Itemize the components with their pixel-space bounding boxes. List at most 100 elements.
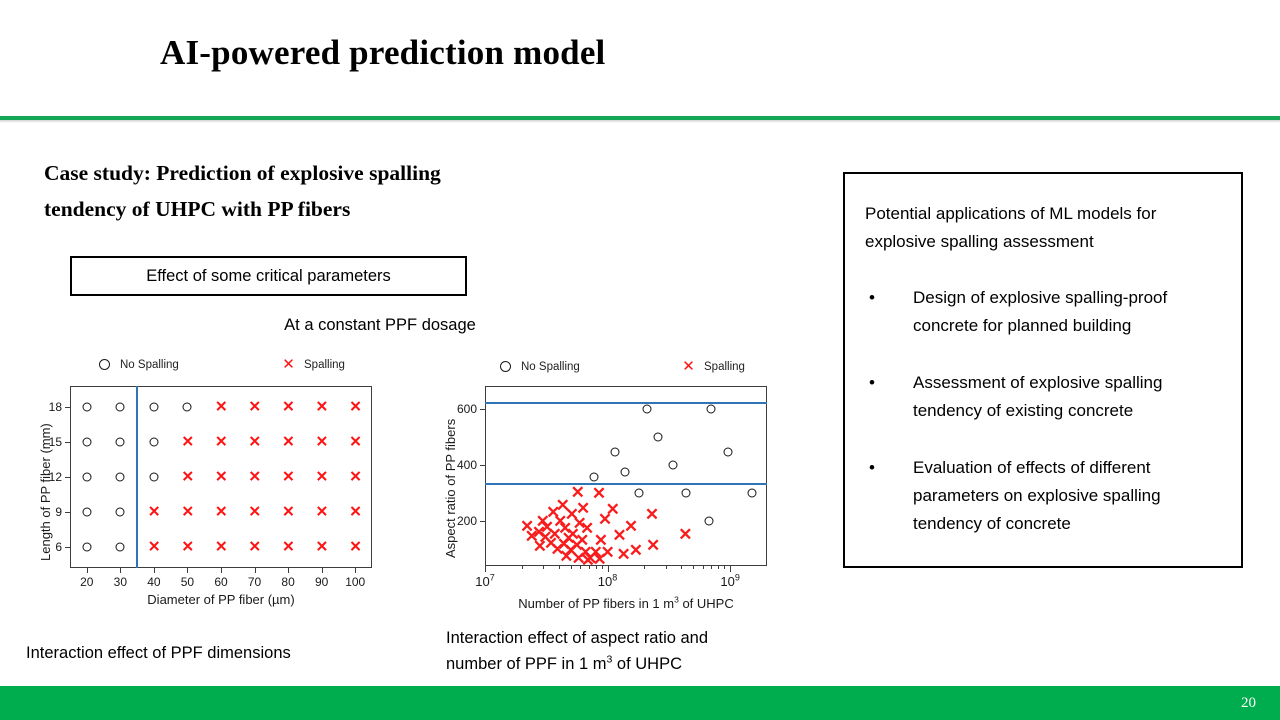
data-point-no-spalling bbox=[681, 488, 691, 498]
chart2-x-tick-label: 109 bbox=[720, 572, 740, 589]
chart1-legend-no-spalling: No Spalling bbox=[98, 358, 179, 371]
chart1-y-tick-label: 12 bbox=[48, 470, 62, 484]
chart2-caption: Interaction effect of aspect ratio and n… bbox=[446, 625, 826, 677]
chart1-y-tick-label: 18 bbox=[48, 400, 62, 414]
data-point-spalling: ✕ bbox=[678, 525, 693, 545]
chart1-x-tick bbox=[120, 568, 122, 573]
chart2-legend-no-spalling-label: No Spalling bbox=[521, 360, 580, 373]
data-point-spalling: ✕ bbox=[181, 433, 195, 451]
data-point-spalling: ✕ bbox=[532, 536, 548, 556]
chart1-x-tick bbox=[288, 568, 290, 573]
data-point-spalling: ✕ bbox=[181, 468, 195, 486]
chart2-y-tick bbox=[480, 521, 485, 522]
critical-parameters-box: Effect of some critical parameters bbox=[70, 256, 467, 296]
page-number: 20 bbox=[1241, 695, 1256, 711]
chart2-x-minor-tick bbox=[601, 566, 603, 569]
chart1-x-tick bbox=[153, 568, 155, 573]
chart2-caption-line-1: Interaction effect of aspect ratio and bbox=[446, 629, 709, 647]
data-point-no-spalling bbox=[642, 404, 652, 413]
chart2-x-minor-tick bbox=[681, 566, 683, 569]
chart1-x-tick-label: 100 bbox=[345, 575, 366, 589]
data-point-no-spalling bbox=[747, 488, 757, 498]
chart1-x-tick-label: 70 bbox=[247, 575, 262, 589]
data-point-spalling: ✕ bbox=[612, 525, 627, 545]
data-point-no-spalling bbox=[115, 507, 125, 517]
data-point-spalling: ✕ bbox=[282, 468, 295, 486]
applications-list: • Design of explosive spalling-proof con… bbox=[865, 284, 1233, 567]
slide-root: AI-powered prediction model Case study: … bbox=[0, 0, 1280, 720]
circle-marker-icon bbox=[98, 358, 111, 371]
circle-marker-icon bbox=[499, 360, 512, 373]
chart1-legend-spalling-label: Spalling bbox=[304, 358, 345, 371]
data-point-spalling: ✕ bbox=[349, 433, 362, 451]
data-point-spalling: ✕ bbox=[215, 398, 228, 416]
data-point-no-spalling bbox=[620, 467, 630, 477]
chart2-x-tick bbox=[485, 566, 486, 572]
chart-aspect-ratio-vs-number: No Spalling ✕ Spalling Aspect ratio of P… bbox=[437, 358, 787, 618]
chart2-x-minor-tick bbox=[724, 566, 726, 569]
data-point-spalling: ✕ bbox=[349, 468, 362, 486]
bullet-icon: • bbox=[869, 373, 875, 392]
data-point-no-spalling bbox=[149, 472, 159, 482]
chart2-x-axis-title: Number of PP fibers in 1 m3 of UHPC bbox=[518, 594, 734, 611]
data-point-spalling: ✕ bbox=[215, 503, 228, 521]
data-point-spalling: ✕ bbox=[147, 538, 161, 556]
applications-intro: Potential applications of ML models for … bbox=[865, 204, 1157, 251]
chart2-x-minor-tick bbox=[580, 566, 582, 569]
data-point-spalling: ✕ bbox=[248, 468, 262, 486]
footer-bar bbox=[0, 686, 1280, 720]
chart1-x-tick bbox=[187, 568, 189, 573]
chart2-x-minor-tick bbox=[718, 566, 720, 569]
data-point-no-spalling bbox=[723, 447, 733, 457]
data-point-no-spalling bbox=[668, 460, 678, 470]
chart1-x-tick-label: 40 bbox=[147, 575, 161, 589]
chart1-x-tick bbox=[321, 568, 323, 573]
chart2-x-minor-tick bbox=[693, 566, 695, 569]
data-point-no-spalling bbox=[82, 437, 92, 447]
chart2-x-minor-tick bbox=[543, 566, 545, 569]
application-item-label: Evaluation of effects of different param… bbox=[913, 458, 1161, 533]
data-point-spalling: ✕ bbox=[282, 398, 295, 416]
chart2-y-tick-label: 200 bbox=[456, 514, 477, 528]
chart2-x-tick-label: 107 bbox=[475, 572, 495, 589]
chart1-threshold-line bbox=[136, 386, 139, 568]
application-item: • Evaluation of effects of different para… bbox=[865, 454, 1233, 538]
chart1-legend-spalling: ✕ Spalling bbox=[282, 357, 345, 372]
chart2-legend-spalling-label: Spalling bbox=[704, 360, 745, 373]
chart1-x-tick bbox=[355, 568, 357, 573]
chart1-y-tick-label: 9 bbox=[55, 505, 62, 519]
data-point-spalling: ✕ bbox=[215, 433, 228, 451]
data-point-spalling: ✕ bbox=[592, 549, 607, 569]
chart1-legend: No Spalling ✕ Spalling bbox=[30, 356, 380, 380]
chart2-caption-line-2b: of UHPC bbox=[612, 655, 683, 673]
data-point-spalling: ✕ bbox=[646, 535, 661, 555]
data-point-spalling: ✕ bbox=[215, 468, 228, 486]
chart2-caption-line-2: number of PPF in 1 m3 of UHPC bbox=[446, 651, 826, 677]
data-point-spalling: ✕ bbox=[282, 538, 295, 556]
data-point-no-spalling bbox=[82, 472, 92, 482]
data-point-no-spalling bbox=[82, 507, 92, 517]
chart1-x-tick bbox=[86, 568, 88, 573]
data-point-no-spalling bbox=[704, 516, 714, 526]
data-point-spalling: ✕ bbox=[147, 503, 161, 521]
data-point-spalling: ✕ bbox=[597, 509, 613, 529]
chart2-x-minor-tick bbox=[558, 566, 560, 569]
chart2-x-tick bbox=[730, 566, 732, 572]
chart2-x-minor-tick bbox=[666, 566, 668, 569]
case-study-heading: Case study: Prediction of explosive spal… bbox=[44, 155, 644, 227]
chart2-y-axis-title: Aspect ratio of PP fibers bbox=[443, 418, 458, 558]
chart2-x-minor-tick bbox=[702, 566, 704, 569]
data-point-spalling: ✕ bbox=[181, 538, 195, 556]
data-point-spalling: ✕ bbox=[315, 398, 329, 416]
chart1-x-tick-label: 60 bbox=[214, 575, 228, 589]
data-point-spalling: ✕ bbox=[282, 433, 295, 451]
chart1-y-tick-label: 6 bbox=[55, 540, 62, 554]
data-point-no-spalling bbox=[82, 402, 92, 412]
data-point-spalling: ✕ bbox=[248, 503, 262, 521]
data-point-spalling: ✕ bbox=[628, 540, 644, 560]
data-point-no-spalling bbox=[115, 437, 125, 447]
data-point-no-spalling bbox=[634, 488, 644, 498]
data-point-no-spalling bbox=[653, 432, 663, 442]
case-study-line-1: Case study: Prediction of explosive spal… bbox=[44, 161, 441, 185]
data-point-no-spalling bbox=[182, 402, 192, 412]
